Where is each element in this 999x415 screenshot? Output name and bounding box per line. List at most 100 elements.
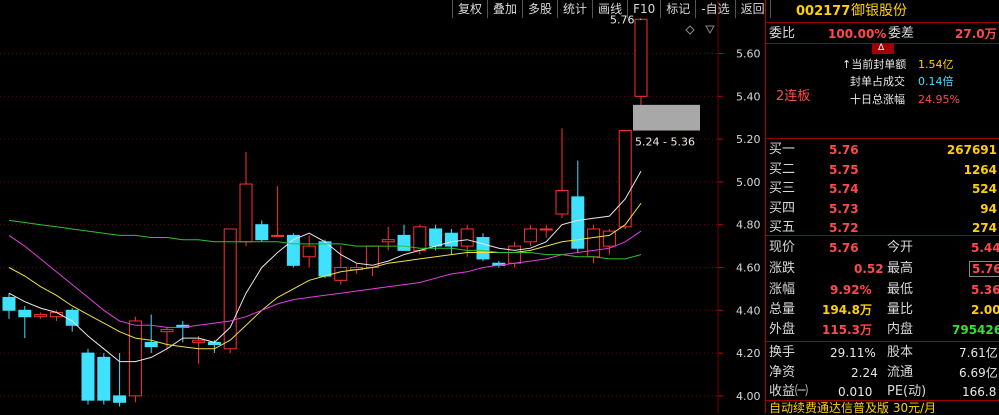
- toolbar-item[interactable]: -自选: [696, 0, 736, 18]
- buy-vol: 267691: [946, 143, 997, 157]
- waipan-label: 外盘: [769, 322, 796, 337]
- zhangfu-label: 涨幅: [769, 282, 796, 297]
- candle-body: [508, 245, 522, 264]
- candle-body: [239, 183, 253, 243]
- buy-price: 5.76: [829, 143, 859, 157]
- kline-svg[interactable]: 5.60 5.40 5.20 5.00 4.80 4.60 4.40 4.20 4.00 5.24…: [0, 0, 765, 413]
- huanshou-label: 换手: [769, 345, 796, 360]
- toolbar-item[interactable]: F10: [628, 0, 662, 18]
- toolbar-item[interactable]: 复权: [453, 0, 489, 18]
- xianjia-label: 现价: [769, 240, 796, 255]
- price-tick-label: 5.20: [736, 133, 761, 146]
- candle-body: [255, 224, 269, 241]
- candle-body: [2, 296, 16, 311]
- zuidi-value: 5.36: [971, 283, 999, 297]
- shouyi-value: 0.010: [838, 385, 873, 399]
- zongliang-value: 194.8万: [822, 303, 872, 317]
- buy-price: 5.74: [829, 182, 859, 196]
- buy-label: 买三: [769, 181, 796, 196]
- price-tick-label: 5.40: [736, 90, 761, 103]
- candle-body: [460, 228, 474, 247]
- candle-body: [144, 341, 158, 348]
- stock-code: 002177: [796, 4, 851, 19]
- price-tick-label: 4.80: [736, 219, 761, 232]
- liutong-label: 流通: [887, 365, 914, 380]
- stock-name: 御银股份: [851, 3, 907, 19]
- toolbar-item[interactable]: 多股: [523, 0, 559, 18]
- ten-day-label: 十日总涨幅: [850, 93, 905, 106]
- guben-value: 7.61亿: [959, 346, 998, 360]
- guben-label: 股本: [887, 345, 914, 360]
- xianjia-value: 5.76: [829, 241, 859, 255]
- candle-body: [555, 189, 569, 215]
- zuigao-label: 最高: [887, 261, 914, 276]
- candle-body: [271, 234, 285, 237]
- zhangfu-value: 9.92%: [830, 283, 872, 297]
- toolbar-item[interactable]: 画线: [593, 0, 629, 18]
- diamond-icon: [685, 25, 695, 35]
- candle-body: [587, 228, 601, 258]
- toolbar-item[interactable]: 叠加: [488, 0, 524, 18]
- liangbi-label: 量比: [887, 302, 914, 317]
- price-tick-label: 4.40: [736, 304, 761, 317]
- seal-ratio-label: 封单占成交: [850, 75, 905, 88]
- kline-chart[interactable]: 5.60 5.40 5.20 5.00 4.80 4.60 4.40 4.20 4.00 5.24…: [0, 0, 765, 413]
- liangbi-value: 2.00: [971, 303, 999, 317]
- candle-body: [81, 352, 95, 401]
- buy-label: 买一: [769, 142, 796, 157]
- quote-panel: 002177 御银股份 委比 100.00% 委差 27.0万 ᐃ ↑当前封单额…: [765, 0, 999, 415]
- pe-value: 166.8: [962, 385, 997, 399]
- buy-price: 5.75: [829, 162, 859, 177]
- jinkai-value: 5.44: [971, 241, 999, 255]
- jinkai-label: 今开: [887, 240, 914, 255]
- candle-body: [318, 241, 332, 277]
- candle-body: [334, 266, 348, 281]
- weicha-value: 27.0万: [955, 27, 997, 41]
- weibi-label: 委比: [769, 26, 796, 41]
- waipan-value: 115.3万: [822, 323, 872, 337]
- buy-vol: 524: [971, 182, 997, 196]
- candle-body: [65, 309, 79, 326]
- jingzi-value: 2.24: [851, 366, 878, 380]
- buy-vol: 94: [980, 201, 997, 216]
- triangle-down-icon: [705, 25, 715, 35]
- price-tick-label: 4.00: [736, 390, 761, 403]
- toolbar-item[interactable]: 统计: [558, 0, 594, 18]
- liutong-value: 6.69亿: [959, 366, 998, 380]
- candle-body: [476, 237, 490, 260]
- candle-body: [618, 130, 632, 228]
- range-label: 5.24 - 5.36: [635, 136, 695, 149]
- price-tick-label: 5.00: [736, 176, 761, 189]
- candle-body: [302, 245, 316, 258]
- candle-body: [18, 309, 32, 318]
- buy-label: 买五: [769, 220, 796, 235]
- neipan-label: 内盘: [887, 322, 914, 337]
- zongliang-label: 总量: [769, 302, 796, 317]
- candle-body: [429, 228, 443, 247]
- streak-badge: 2连板: [776, 89, 811, 104]
- candle-body: [444, 232, 458, 247]
- huanshou-value: 29.11%: [830, 346, 876, 360]
- candle-body: [113, 395, 127, 403]
- zhangdie-label: 涨跌: [769, 261, 796, 276]
- seal-amount-label: ↑当前封单额: [842, 58, 907, 71]
- neipan-value: 795426: [952, 323, 999, 337]
- buy-price: 5.72: [829, 221, 859, 235]
- buy-price: 5.73: [829, 201, 859, 216]
- chart-toolbar: 复权 叠加 多股 统计 画线 F10 标记 -自选 返回: [452, 0, 771, 18]
- price-tick-label: 5.60: [736, 47, 761, 60]
- candle-body: [413, 226, 427, 251]
- candle-body: [192, 339, 206, 343]
- toolbar-item[interactable]: 标记: [661, 0, 697, 18]
- weicha-label: 委差: [888, 26, 915, 41]
- candle-body: [602, 230, 616, 247]
- seal-ratio-value: 0.14倍: [918, 75, 954, 88]
- candle-body: [634, 18, 648, 97]
- pe-label: PE(动): [887, 384, 927, 399]
- zuidi-label: 最低: [887, 282, 914, 297]
- candle-body: [160, 329, 174, 333]
- arrow-tab[interactable]: ᐃ: [872, 43, 894, 54]
- zuigao-value: 5.76: [969, 261, 999, 277]
- buy-vol: 274: [971, 221, 997, 235]
- candle-body: [97, 356, 111, 401]
